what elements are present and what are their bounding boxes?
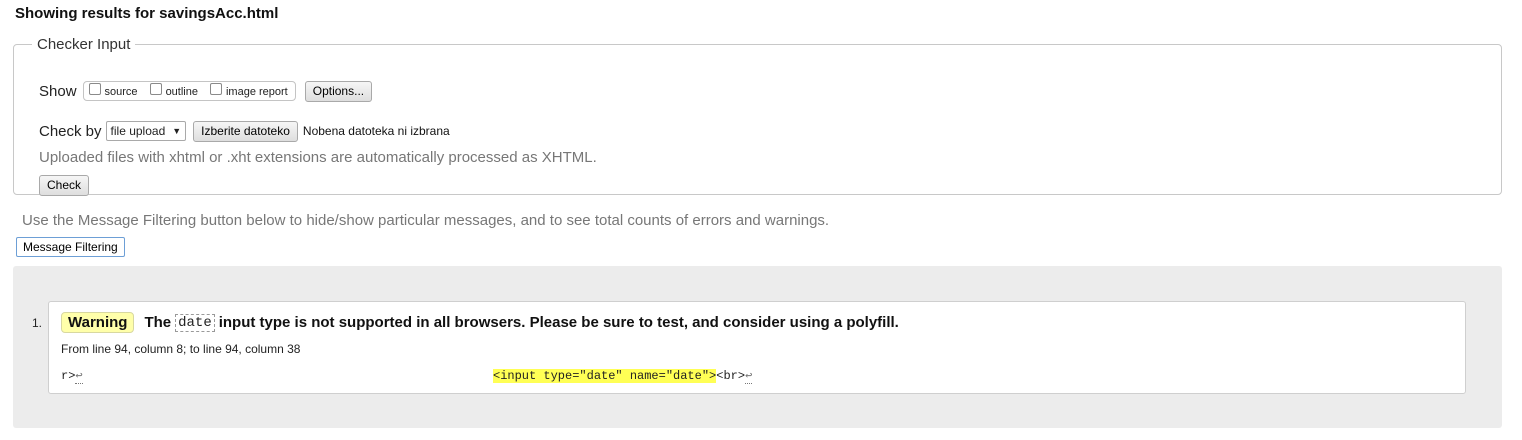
return-icon: ↩: [745, 369, 753, 384]
checker-input-panel: Checker Input Show source outline image …: [13, 36, 1502, 196]
results-panel: 1. Warning The date input type is not su…: [13, 266, 1502, 428]
message-code: date: [175, 313, 215, 332]
extract-after: <br>: [716, 369, 746, 383]
page-title: Showing results for savingsAcc.html: [15, 5, 279, 22]
message-text-after: input type is not supported in all brows…: [218, 314, 899, 331]
checker-input-legend: Checker Input: [37, 36, 131, 53]
choose-file-button[interactable]: Izberite datoteko: [193, 120, 298, 142]
check-by-selected-value: file upload: [110, 124, 166, 138]
message-number: 1.: [32, 316, 43, 330]
show-label: Show: [39, 82, 77, 100]
image-report-option-label[interactable]: image report: [226, 86, 288, 98]
file-status-text: Nobena datoteka ni izbrana: [302, 124, 450, 138]
message-heading: Warning The date input type is not suppo…: [61, 312, 899, 333]
check-by-label: Check by: [39, 122, 102, 140]
show-row: Show source outline image report Options…: [39, 79, 373, 103]
message-filtering-button[interactable]: Message Filtering: [16, 237, 125, 257]
filtering-note: Use the Message Filtering button below t…: [22, 212, 830, 229]
message-text-before: The: [144, 314, 172, 331]
extract-highlight: <input type="date" name="date">: [493, 369, 717, 383]
upload-note: Uploaded files with xhtml or .xht extens…: [39, 149, 597, 166]
extract-before: r>↩: [61, 368, 83, 384]
options-button[interactable]: Options...: [304, 80, 373, 102]
image-report-checkbox[interactable]: [209, 83, 222, 95]
source-option-label[interactable]: source: [105, 86, 138, 98]
message-location[interactable]: From line 94, column 8; to line 94, colu…: [61, 342, 300, 356]
source-extract: r>↩ <input type="date" name="date"><br>↩: [61, 368, 1453, 384]
chevron-down-icon: ▼: [172, 126, 182, 136]
outline-option-label[interactable]: outline: [166, 86, 198, 98]
check-row: Check: [39, 175, 90, 196]
warning-badge: Warning: [61, 312, 135, 333]
source-checkbox[interactable]: [88, 83, 101, 95]
check-button[interactable]: Check: [39, 175, 90, 196]
extract-main: <input type="date" name="date"><br>↩: [493, 368, 753, 384]
extract-before-text: r>: [61, 369, 76, 383]
check-by-row: Check by file upload ▼ Izberite datoteko…: [39, 119, 450, 143]
outline-checkbox[interactable]: [149, 83, 162, 95]
check-by-select[interactable]: file upload ▼: [105, 121, 187, 141]
return-icon: ↩: [75, 369, 83, 384]
show-options-group: source outline image report: [82, 81, 296, 101]
message-item: Warning The date input type is not suppo…: [48, 301, 1466, 394]
